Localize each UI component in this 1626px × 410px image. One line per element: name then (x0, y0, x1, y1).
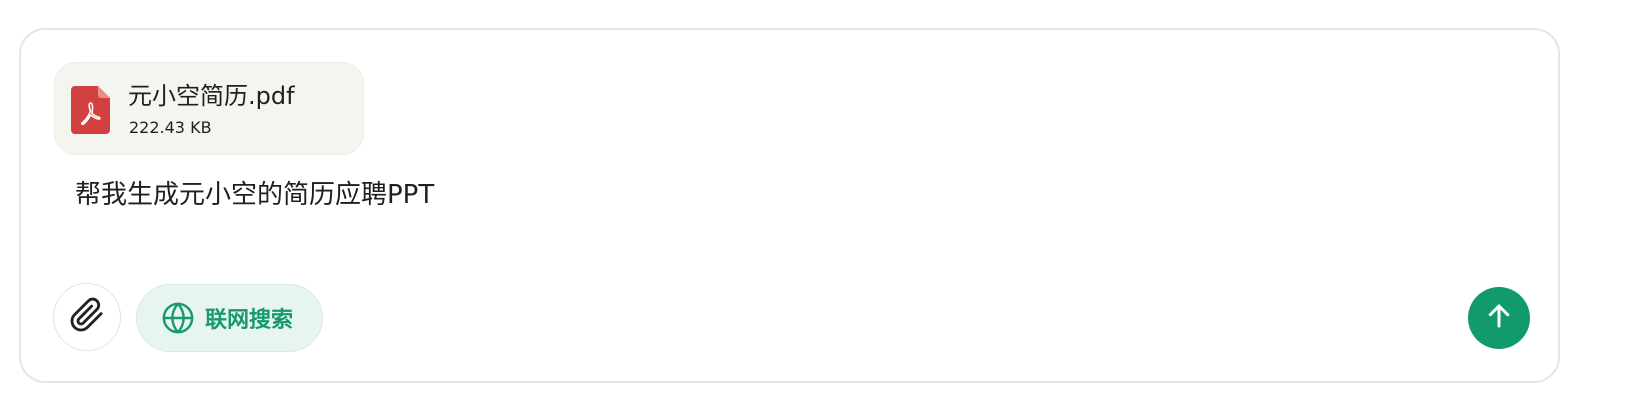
attachment-file-size: 222.43 KB (129, 118, 212, 137)
send-button[interactable] (1468, 287, 1530, 349)
paperclip-icon (69, 297, 105, 337)
web-search-label: 联网搜索 (205, 308, 294, 333)
message-input[interactable]: 帮我生成元小空的简历应聘PPT (75, 176, 434, 214)
attach-file-button[interactable] (53, 283, 121, 351)
globe-icon (161, 301, 195, 335)
chat-composer: 元小空简历.pdf 222.43 KB 帮我生成元小空的简历应聘PPT 联网搜索 (19, 28, 1560, 383)
pdf-file-icon (71, 86, 110, 134)
attachment-file-name: 元小空简历.pdf (128, 82, 295, 110)
arrow-up-icon (1484, 301, 1514, 335)
web-search-toggle[interactable]: 联网搜索 (136, 284, 323, 352)
attachment-card[interactable]: 元小空简历.pdf 222.43 KB (54, 62, 364, 155)
